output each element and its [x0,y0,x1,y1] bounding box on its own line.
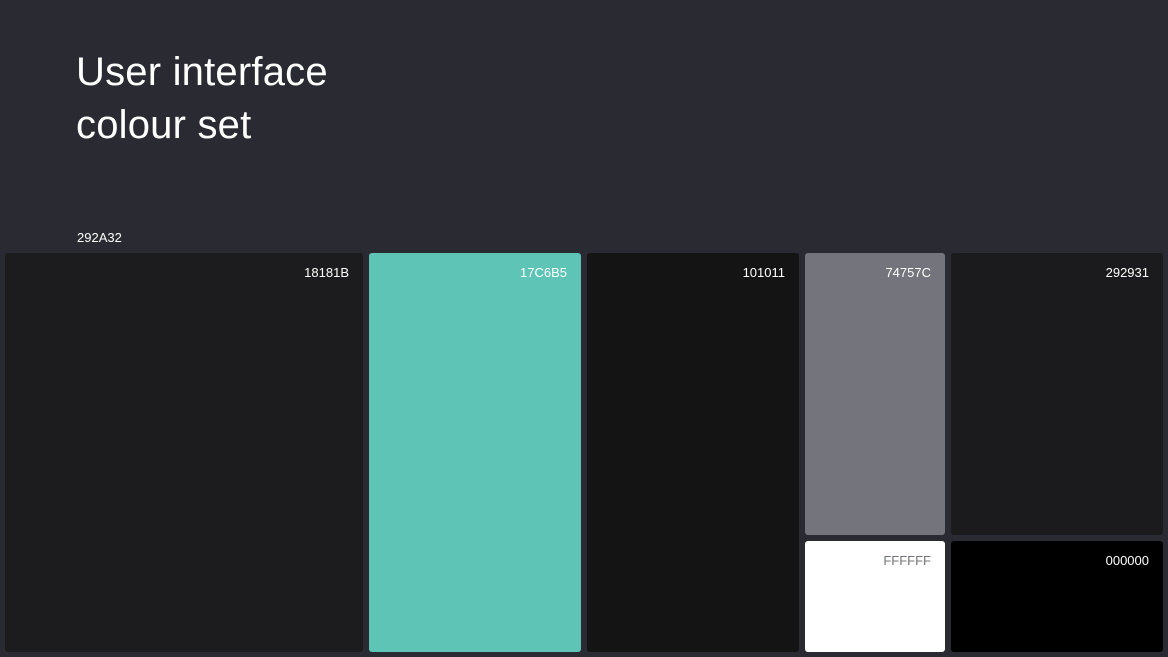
title-line-2: colour set [76,103,252,147]
swatch-code: 000000 [1105,553,1149,568]
page-title: User interface colour set [76,46,476,152]
colour-swatch: FFFFFF [805,541,945,652]
title-line-1: User interface [76,50,328,94]
swatch-code: 17C6B5 [520,265,567,280]
colour-set-page: User interface colour set 292A32 18181B … [0,0,1168,657]
colour-swatch: 292931 [951,253,1163,535]
swatch-code: FFFFFF [883,553,931,568]
background-colour-code: 292A32 [77,230,122,245]
swatch-code: 74757C [885,265,931,280]
colour-swatch: 17C6B5 [369,253,581,652]
colour-swatch: 18181B [5,253,363,652]
swatch-code: 292931 [1105,265,1149,280]
colour-swatch: 101011 [587,253,799,652]
swatch-code: 101011 [742,265,785,280]
colour-swatch: 74757C [805,253,945,535]
colour-swatch: 000000 [951,541,1163,652]
swatch-code: 18181B [304,265,349,280]
